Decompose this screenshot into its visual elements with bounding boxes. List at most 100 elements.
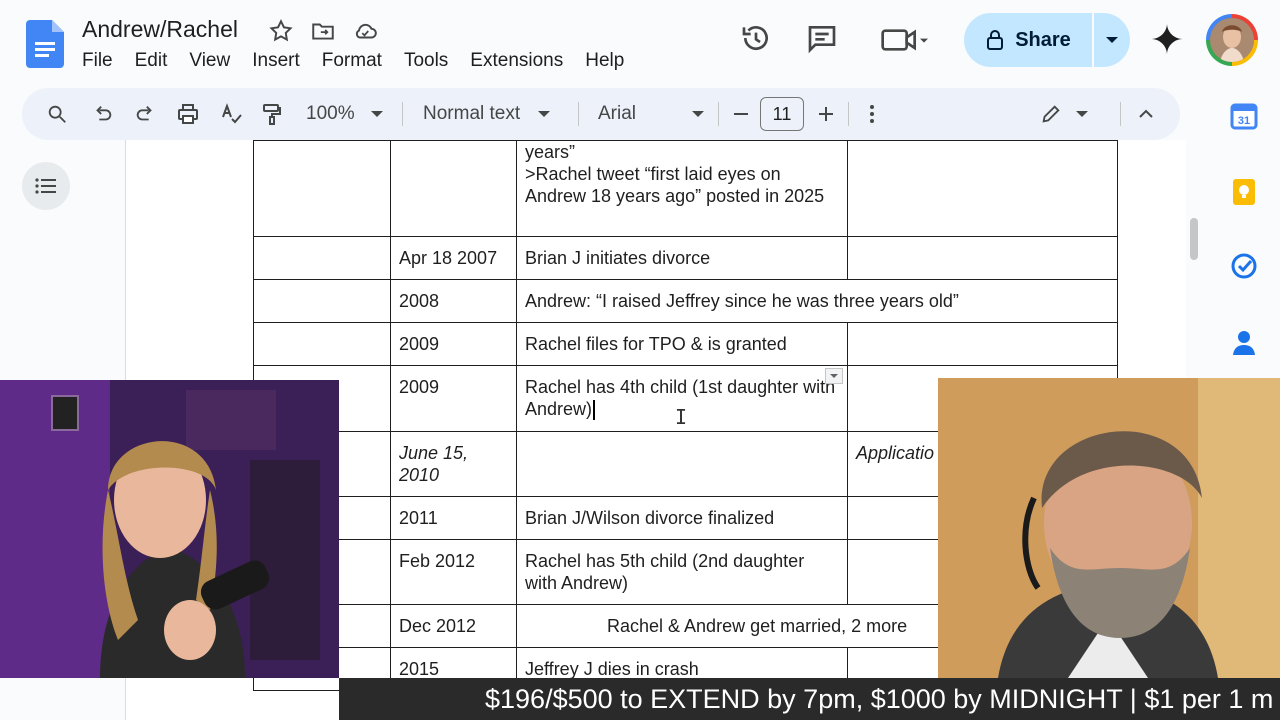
menu-file[interactable]: File (82, 50, 113, 72)
top-bar: Andrew/Rachel File Edit View Insert Form… (0, 0, 1280, 86)
table-cell[interactable] (253, 236, 391, 280)
webcam-feed-right (938, 378, 1280, 678)
table-cell-event[interactable] (516, 431, 848, 497)
chevron-down-icon (1076, 111, 1088, 117)
paint-format-icon (263, 104, 281, 125)
search-icon (48, 105, 66, 123)
menu-edit[interactable]: Edit (135, 50, 168, 72)
formatting-toolbar: 100% Normal text Arial 11 (22, 88, 1180, 140)
text-cursor-ibeam-icon: I (675, 405, 688, 429)
font-family-value: Arial (598, 103, 637, 124)
toolbar-divider (402, 102, 403, 126)
table-cell-notes[interactable] (847, 236, 1118, 280)
search-menus-button[interactable] (46, 88, 68, 140)
share-dropdown-button[interactable] (1094, 13, 1130, 67)
editing-mode-button[interactable] (1040, 88, 1088, 140)
cell-dropdown-button[interactable] (825, 368, 843, 384)
table-cell-event[interactable]: Rachel has 5th child (2nd daughter with … (516, 539, 848, 605)
table-cell-date[interactable]: Feb 2012 (390, 539, 517, 605)
table-cell-date[interactable]: Dec 2012 (390, 604, 517, 648)
font-size-input[interactable]: 11 (760, 97, 804, 131)
table-row: 2008 Andrew: “I raised Jeffrey since he … (253, 279, 1118, 323)
more-options-button[interactable] (868, 88, 876, 140)
ticker-text: $196/$500 to EXTEND by 7pm, $1000 by MID… (485, 684, 1274, 714)
plus-icon (819, 107, 833, 121)
gemini-icon[interactable] (1150, 22, 1184, 56)
tasks-icon[interactable] (1230, 252, 1258, 280)
table-cell-date[interactable]: 2009 (390, 365, 517, 432)
move-to-folder-icon[interactable] (310, 18, 336, 44)
chevron-down-icon (370, 111, 383, 117)
account-avatar[interactable] (1206, 14, 1258, 66)
redo-icon (136, 106, 152, 121)
menu-format[interactable]: Format (322, 50, 382, 72)
star-icon[interactable] (268, 18, 294, 44)
menu-insert[interactable]: Insert (252, 50, 300, 72)
table-cell-date[interactable] (390, 140, 517, 237)
table-cell-event[interactable]: Andrew: “I raised Jeffrey since he was t… (516, 279, 1118, 323)
toolbar-divider (578, 102, 579, 126)
table-cell-event[interactable]: years” >Rachel tweet “first laid eyes on… (516, 140, 848, 237)
table-row: Apr 18 2007 Brian J initiates divorce (253, 236, 1118, 280)
calendar-icon[interactable]: 31 (1230, 102, 1258, 130)
table-cell-date[interactable]: June 15, 2010 (390, 431, 517, 497)
webcam-feed-left (0, 380, 339, 678)
table-cell[interactable] (253, 140, 391, 237)
paint-format-button[interactable] (260, 88, 284, 140)
paragraph-style-select[interactable]: Normal text (423, 88, 551, 140)
table-cell-event[interactable]: Rachel files for TPO & is granted (516, 322, 848, 366)
menu-help[interactable]: Help (585, 50, 624, 72)
decrease-font-size-button[interactable] (732, 88, 750, 140)
version-history-icon[interactable] (740, 22, 772, 54)
share-label: Share (1015, 28, 1071, 51)
collapse-chevron-icon (1139, 109, 1153, 118)
table-row: 2009 Rachel files for TPO & is granted (253, 322, 1118, 366)
document-title[interactable]: Andrew/Rachel (82, 16, 238, 43)
increase-font-size-button[interactable] (817, 88, 835, 140)
table-cell[interactable] (253, 279, 391, 323)
table-cell-event[interactable]: Brian J/Wilson divorce finalized (516, 496, 848, 540)
table-cell[interactable] (253, 322, 391, 366)
scrollbar-thumb[interactable] (1190, 218, 1198, 260)
table-cell-event[interactable]: Brian J initiates divorce (516, 236, 848, 280)
comments-icon[interactable] (806, 22, 838, 54)
chevron-down-icon (830, 374, 838, 378)
paragraph-style-value: Normal text (423, 103, 521, 124)
zoom-select[interactable]: 100% (306, 88, 383, 140)
table-cell-notes[interactable] (847, 140, 1118, 237)
spellcheck-button[interactable] (220, 88, 244, 140)
table-cell-date[interactable]: 2008 (390, 279, 517, 323)
docs-logo-icon[interactable] (26, 20, 64, 68)
toolbar-divider (718, 102, 719, 126)
hide-menus-button[interactable] (1138, 88, 1154, 140)
document-outline-button[interactable] (22, 162, 70, 210)
webcam-overlay-left (0, 380, 339, 678)
menu-tools[interactable]: Tools (404, 50, 448, 72)
contacts-icon[interactable] (1230, 328, 1258, 356)
font-family-select[interactable]: Arial (598, 88, 705, 140)
more-vert-icon (870, 105, 874, 123)
outline-list-icon (35, 178, 56, 194)
cloud-saved-icon[interactable] (352, 18, 378, 44)
table-cell-notes[interactable] (847, 322, 1118, 366)
chevron-down-icon (538, 111, 551, 117)
table-cell-date[interactable]: 2009 (390, 322, 517, 366)
share-button[interactable]: Share (964, 13, 1130, 67)
undo-icon (96, 106, 112, 121)
print-button[interactable] (176, 88, 200, 140)
menu-extensions[interactable]: Extensions (470, 50, 563, 72)
webcam-overlay-right (938, 378, 1280, 678)
toolbar-divider (848, 102, 849, 126)
undo-button[interactable] (92, 88, 114, 140)
chevron-down-icon (1106, 37, 1118, 43)
keep-icon[interactable] (1230, 178, 1258, 206)
table-cell-date[interactable]: Apr 18 2007 (390, 236, 517, 280)
table-cell-date[interactable]: 2011 (390, 496, 517, 540)
menu-bar: File Edit View Insert Format Tools Exten… (82, 50, 624, 72)
menu-view[interactable]: View (189, 50, 230, 72)
redo-button[interactable] (134, 88, 156, 140)
meet-icon[interactable] (880, 24, 928, 56)
zoom-value: 100% (306, 103, 355, 124)
minus-icon (734, 113, 748, 115)
editing-pencil-icon (1042, 105, 1060, 123)
